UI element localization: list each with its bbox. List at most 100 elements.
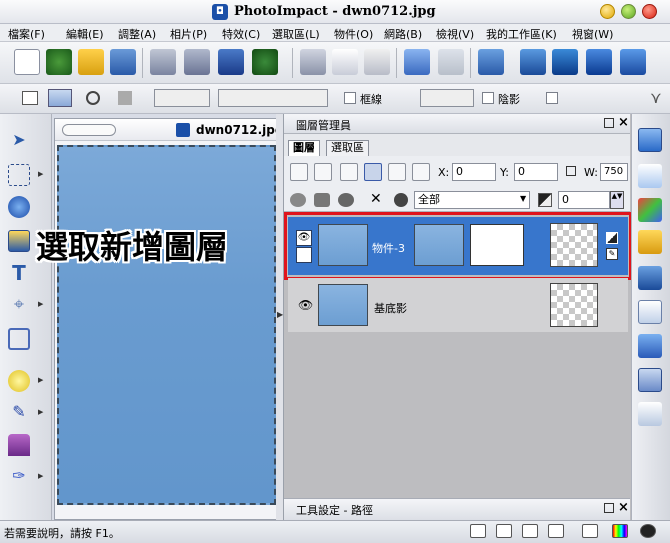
- link-icon[interactable]: [566, 166, 576, 176]
- panel-close-icon[interactable]: ×: [618, 500, 629, 515]
- menu-photo[interactable]: 相片(P): [170, 26, 207, 42]
- print-preview-icon[interactable]: [184, 49, 210, 75]
- dropdown-arrow-icon[interactable]: ▼: [520, 194, 526, 203]
- layer-filter-select[interactable]: 全部: [414, 191, 530, 209]
- menu-file[interactable]: 檔案(F): [8, 26, 45, 42]
- stamp-tool-icon[interactable]: [8, 434, 30, 456]
- cut-icon[interactable]: [300, 49, 326, 75]
- frame-width-spinner[interactable]: [420, 89, 474, 107]
- layer-zoom-icon[interactable]: [340, 163, 358, 181]
- app-icon[interactable]: ◘: [212, 4, 228, 20]
- menu-effect[interactable]: 特效(C): [222, 26, 260, 42]
- frame-checkbox[interactable]: [344, 92, 356, 104]
- status-view-icon[interactable]: [470, 524, 486, 538]
- tab-layers[interactable]: 圖層: [288, 140, 320, 156]
- image-canvas[interactable]: [57, 145, 276, 505]
- play-icon[interactable]: [638, 334, 662, 358]
- new-web-icon[interactable]: [46, 49, 72, 75]
- color-icon[interactable]: [612, 524, 628, 538]
- paint-brush-icon[interactable]: ✎: [8, 402, 30, 424]
- shadow-tool-icon[interactable]: [290, 193, 306, 207]
- measure-icon[interactable]: [582, 524, 598, 538]
- opacity-input[interactable]: 0: [558, 191, 610, 209]
- layer-list-icon[interactable]: [388, 163, 406, 181]
- scan-icon[interactable]: [218, 49, 244, 75]
- eyedropper-icon[interactable]: ✑: [8, 466, 30, 488]
- menu-view[interactable]: 檢視(V): [436, 26, 474, 42]
- menu-object[interactable]: 物件(O): [334, 26, 373, 42]
- shadow-options-checkbox[interactable]: [546, 92, 558, 104]
- camera-icon[interactable]: [520, 49, 546, 75]
- layer-view-icon[interactable]: [364, 163, 382, 181]
- transform-tool-icon[interactable]: ⌖: [8, 294, 30, 316]
- text-tool-icon[interactable]: T: [8, 262, 30, 284]
- new-file-icon[interactable]: [14, 49, 40, 75]
- crop-tool-icon[interactable]: [8, 328, 30, 350]
- grid-icon[interactable]: [496, 524, 512, 538]
- cut-layer-icon[interactable]: [314, 193, 330, 207]
- delete-layer-icon[interactable]: ✕: [370, 191, 382, 207]
- browser-icon[interactable]: [252, 49, 278, 75]
- flyout-arrow-icon[interactable]: ▶: [38, 376, 43, 384]
- copy-icon[interactable]: [332, 49, 358, 75]
- magic-wand-icon[interactable]: [586, 49, 612, 75]
- pattern-icon[interactable]: [118, 91, 132, 105]
- minimize-icon[interactable]: [600, 4, 615, 19]
- open-folder-icon[interactable]: [78, 49, 104, 75]
- collapse-icon[interactable]: ⋎: [650, 88, 662, 107]
- path-tool-icon[interactable]: [8, 230, 30, 252]
- selection-tool-icon[interactable]: [8, 164, 30, 186]
- w-input[interactable]: 750: [600, 163, 628, 181]
- opacity-spinner[interactable]: ▲▼: [610, 191, 624, 209]
- menu-workspace[interactable]: 我的工作區(K): [486, 26, 557, 42]
- undock-icon[interactable]: [604, 503, 614, 513]
- layer-merge-icon[interactable]: [290, 163, 308, 181]
- flyout-arrow-icon[interactable]: ▶: [38, 408, 43, 416]
- close-icon[interactable]: [642, 4, 657, 19]
- maximize-icon[interactable]: [621, 4, 636, 19]
- palette-icon[interactable]: [638, 198, 662, 222]
- shape-mode-icon[interactable]: [48, 89, 72, 107]
- export-icon[interactable]: [620, 49, 646, 75]
- y-input[interactable]: 0: [514, 163, 558, 181]
- pick-tool-icon[interactable]: ➤: [8, 130, 30, 152]
- ruler-icon[interactable]: [522, 524, 538, 538]
- style-dropdown[interactable]: [218, 89, 328, 107]
- shadow-checkbox[interactable]: [482, 92, 494, 104]
- flyout-arrow-icon[interactable]: ▶: [38, 472, 43, 480]
- flyout-arrow-icon[interactable]: ▶: [38, 300, 43, 308]
- menu-edit[interactable]: 編輯(E): [66, 26, 104, 42]
- layer-manager-icon[interactable]: [638, 128, 662, 152]
- menu-selection[interactable]: 選取區(L): [272, 26, 320, 42]
- menu-window[interactable]: 視窗(W): [572, 26, 613, 42]
- redo-icon[interactable]: [438, 49, 464, 75]
- print-icon[interactable]: [150, 49, 176, 75]
- retouch-tool-icon[interactable]: [8, 370, 30, 392]
- easy-palette-icon[interactable]: [638, 230, 662, 254]
- info-icon[interactable]: [640, 524, 656, 538]
- lasso-icon[interactable]: [86, 91, 100, 105]
- rectangle-mode-icon[interactable]: [22, 91, 38, 105]
- undo-icon[interactable]: [404, 49, 430, 75]
- menu-adjust[interactable]: 調整(A): [118, 26, 156, 42]
- mask-icon[interactable]: [338, 193, 354, 207]
- layer-lock-icon[interactable]: [412, 163, 430, 181]
- panel-close-icon[interactable]: ×: [618, 115, 629, 130]
- monitor-icon[interactable]: [552, 49, 578, 75]
- paste-icon[interactable]: [364, 49, 390, 75]
- guide-icon[interactable]: [548, 524, 564, 538]
- save-icon[interactable]: [110, 49, 136, 75]
- histogram-icon[interactable]: [638, 402, 662, 426]
- batch-icon[interactable]: [478, 49, 504, 75]
- blend-tool-icon[interactable]: [8, 196, 30, 218]
- flyout-arrow-icon[interactable]: ▶: [38, 170, 43, 178]
- tool-settings-icon[interactable]: [638, 368, 662, 392]
- x-input[interactable]: 0: [452, 163, 496, 181]
- layer-mode-icon[interactable]: [394, 193, 408, 207]
- menu-web[interactable]: 網路(B): [384, 26, 422, 42]
- eye-icon[interactable]: 👁: [298, 298, 313, 312]
- size-spinner[interactable]: [154, 89, 210, 107]
- document-minimize-button[interactable]: [62, 124, 116, 136]
- browser-panel-icon[interactable]: [638, 266, 662, 290]
- document-panel-icon[interactable]: [638, 164, 662, 188]
